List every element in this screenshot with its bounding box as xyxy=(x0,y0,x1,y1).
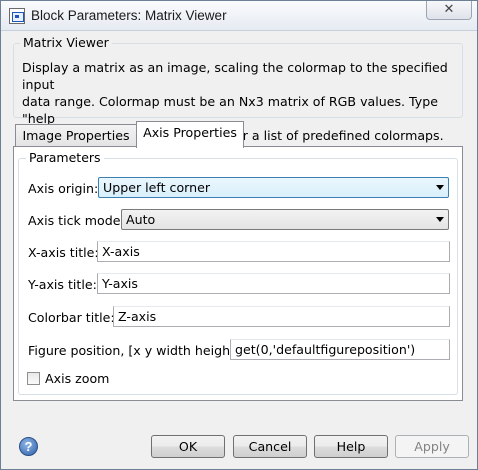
x-axis-title-field[interactable]: X-axis xyxy=(97,241,450,262)
cancel-button[interactable]: Cancel xyxy=(233,435,307,458)
axis-properties-panel: Parameters Axis origin: Upper left corne… xyxy=(13,146,463,401)
axis-origin-label: Axis origin: xyxy=(28,181,99,196)
window-title: Block Parameters: Matrix Viewer xyxy=(31,8,227,23)
description-line: Display a matrix as an image, scaling th… xyxy=(22,60,448,92)
axis-zoom-checkbox[interactable] xyxy=(27,372,40,385)
axis-tick-mode-value: Auto xyxy=(126,212,156,227)
title-bar[interactable]: Block Parameters: Matrix Viewer ✕ xyxy=(1,1,477,31)
axis-tick-mode-label: Axis tick mode: xyxy=(28,213,125,228)
figure-position-label: Figure position, [x y width height]: xyxy=(28,343,245,358)
colorbar-title-field[interactable]: Z-axis xyxy=(113,306,450,327)
parameters-label: Parameters xyxy=(26,151,104,165)
colorbar-title-label: Colorbar title: xyxy=(28,310,115,325)
close-icon: ✕ xyxy=(443,2,455,17)
chevron-down-icon xyxy=(436,217,444,222)
figure-position-field[interactable]: get(0,'defaultfigureposition') xyxy=(230,339,450,360)
block-parameters-dialog: Block Parameters: Matrix Viewer ✕ Matrix… xyxy=(0,0,478,470)
axis-zoom-label: Axis zoom xyxy=(45,371,110,386)
chevron-down-icon xyxy=(436,185,444,190)
axis-origin-value: Upper left corner xyxy=(103,180,211,195)
y-axis-title-label: Y-axis title: xyxy=(28,277,97,292)
ok-button[interactable]: OK xyxy=(151,435,225,458)
apply-button[interactable]: Apply xyxy=(395,435,469,458)
help-icon[interactable]: ? xyxy=(19,437,38,456)
axis-origin-select[interactable]: Upper left corner xyxy=(98,177,449,198)
x-axis-title-label: X-axis title: xyxy=(28,245,99,260)
help-button[interactable]: Help xyxy=(314,435,388,458)
tab-axis-properties[interactable]: Axis Properties xyxy=(136,121,244,148)
block-parameters-icon xyxy=(9,8,25,24)
block-name: Matrix Viewer xyxy=(20,36,112,50)
y-axis-title-field[interactable]: Y-axis xyxy=(97,273,450,294)
tab-image-properties[interactable]: Image Properties xyxy=(15,124,137,148)
close-button[interactable]: ✕ xyxy=(426,1,472,20)
axis-tick-mode-select[interactable]: Auto xyxy=(121,209,449,230)
